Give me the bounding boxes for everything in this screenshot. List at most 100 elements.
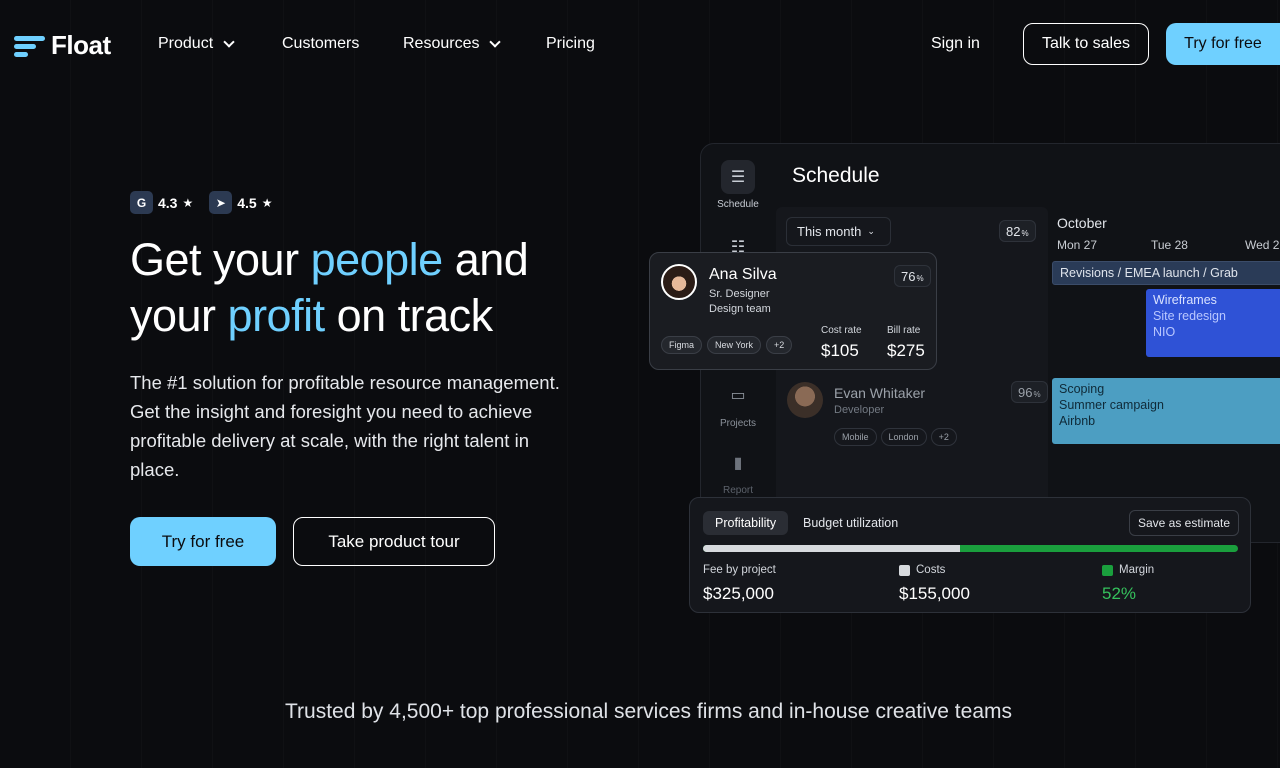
calendar-month: October bbox=[1057, 215, 1107, 231]
nav-try-free-button[interactable]: Try for free bbox=[1166, 23, 1280, 65]
schedule-bar[interactable]: Revisions / EMEA launch / Grab bbox=[1052, 261, 1280, 285]
bar-label: Site redesign bbox=[1153, 309, 1226, 323]
chevron-down-icon: ⌄ bbox=[867, 226, 875, 236]
nav-resources[interactable]: Resources bbox=[403, 35, 502, 53]
month-filter[interactable]: This month ⌄ bbox=[786, 217, 891, 246]
bar-label: Wireframes bbox=[1153, 293, 1217, 307]
headline-part: on track bbox=[324, 290, 494, 341]
capterra-rating: ➤ 4.5 ★ bbox=[209, 191, 272, 214]
headline-highlight-profit: profit bbox=[227, 290, 326, 341]
star-icon: ★ bbox=[261, 195, 273, 210]
avatar bbox=[787, 382, 823, 418]
bill-rate-label: Bill rate bbox=[887, 325, 921, 336]
person-name: Ana Silva bbox=[709, 266, 777, 283]
nav-product-label: Product bbox=[158, 35, 214, 52]
person-name: Evan Whitaker bbox=[834, 385, 926, 401]
g2-rating-value: 4.3 bbox=[158, 194, 178, 211]
calendar-day: Wed 29 bbox=[1245, 238, 1280, 252]
bar-label: Airbnb bbox=[1059, 414, 1096, 428]
team-utilization-value: 82 bbox=[1006, 223, 1021, 239]
save-estimate-button[interactable]: Save as estimate bbox=[1128, 510, 1239, 536]
fee-label-text: Fee by project bbox=[703, 564, 776, 576]
sidebar-label-projects: Projects bbox=[719, 418, 757, 429]
bar-label: NIO bbox=[1153, 325, 1176, 339]
tab-profitability[interactable]: Profitability bbox=[703, 511, 789, 535]
nav-customers-label: Customers bbox=[282, 35, 360, 52]
schedule-icon[interactable]: ☰ bbox=[721, 160, 755, 194]
nav-customers[interactable]: Customers bbox=[282, 35, 359, 53]
top-nav: Float Product Customers Resources Pricin… bbox=[0, 0, 1280, 88]
star-icon: ★ bbox=[182, 195, 194, 210]
more-chip: +2 bbox=[766, 336, 793, 354]
talk-to-sales-button[interactable]: Talk to sales bbox=[1023, 23, 1149, 65]
g2-rating: G 4.3 ★ bbox=[130, 191, 193, 214]
chevron-down-icon bbox=[489, 36, 502, 48]
schedule-bar[interactable]: Scoping Summer campaign Airbnb bbox=[1052, 378, 1280, 444]
g2-icon: G bbox=[130, 191, 153, 214]
person-utilization: 76% bbox=[894, 265, 931, 287]
costs-value: $155,000 bbox=[899, 584, 970, 603]
headline-highlight-people: people bbox=[310, 234, 444, 285]
location-chip: New York bbox=[707, 336, 762, 354]
nav-resources-label: Resources bbox=[403, 35, 480, 52]
nav-pricing-label: Pricing bbox=[546, 35, 595, 52]
headline-part: Get your bbox=[130, 234, 311, 285]
budget-card: Profitability Budget utilization Save as… bbox=[689, 497, 1251, 613]
person-role: Developer bbox=[834, 404, 885, 416]
bill-rate-value: $275 bbox=[887, 341, 925, 360]
calendar-day: Tue 28 bbox=[1151, 238, 1188, 252]
person-utilization-value: 96 bbox=[1018, 384, 1033, 400]
costs-swatch bbox=[899, 564, 910, 576]
avatar bbox=[661, 264, 697, 300]
margin-swatch bbox=[1102, 564, 1113, 576]
fee-label: Fee by project bbox=[703, 564, 776, 576]
team-utilization: 82% bbox=[999, 220, 1036, 242]
schedule-bar[interactable]: Wireframes Site redesign NIO bbox=[1146, 289, 1280, 357]
bar-label: Summer campaign bbox=[1059, 398, 1164, 412]
costs-fill bbox=[703, 545, 960, 552]
person-chips: Figma New York +2 bbox=[661, 336, 793, 354]
tab-budget-utilization[interactable]: Budget utilization bbox=[803, 511, 898, 535]
calendar-day: Mon 27 bbox=[1057, 238, 1098, 252]
nav-product[interactable]: Product bbox=[158, 35, 235, 53]
costs-label: Costs bbox=[899, 564, 945, 576]
hero-try-free-button[interactable]: Try for free bbox=[130, 517, 276, 566]
person-card[interactable]: Ana Silva Sr. Designer Design team 76% F… bbox=[649, 252, 937, 370]
ratings-row: G 4.3 ★ ➤ 4.5 ★ bbox=[130, 191, 272, 214]
hero-headline: Get your people and your profit on track bbox=[130, 232, 610, 344]
trusted-by-text: Trusted by 4,500+ top professional servi… bbox=[285, 700, 1012, 723]
person-role: Sr. Designer bbox=[709, 288, 770, 300]
person-utilization: 96% bbox=[1011, 381, 1048, 403]
mockup-title: Schedule bbox=[792, 164, 880, 187]
float-logo[interactable]: Float bbox=[14, 30, 111, 61]
folder-icon[interactable]: ▭ bbox=[721, 378, 755, 412]
cost-rate-label: Cost rate bbox=[821, 325, 862, 336]
product-tour-button[interactable]: Take product tour bbox=[293, 517, 495, 566]
brand-name: Float bbox=[51, 30, 111, 60]
hero-subtitle: The #1 solution for profitable resource … bbox=[130, 372, 560, 480]
bar-label: Scoping bbox=[1059, 382, 1105, 396]
chevron-down-icon bbox=[223, 36, 235, 48]
sidebar-label-report: Report bbox=[722, 485, 753, 496]
sidebar-label-schedule: Schedule bbox=[717, 199, 759, 210]
nav-pricing[interactable]: Pricing bbox=[546, 35, 595, 53]
cost-rate-value: $105 bbox=[821, 341, 859, 360]
capterra-icon: ➤ bbox=[209, 191, 233, 214]
month-filter-label: This month bbox=[797, 224, 862, 239]
margin-value: 52% bbox=[1102, 584, 1137, 603]
more-chip: +2 bbox=[930, 428, 957, 446]
sign-in-link[interactable]: Sign in bbox=[931, 35, 980, 53]
capterra-rating-value: 4.5 bbox=[237, 194, 257, 211]
fee-value: $325,000 bbox=[703, 584, 774, 603]
margin-label: Margin bbox=[1102, 564, 1154, 576]
costs-label-text: Costs bbox=[916, 564, 946, 576]
skill-chip: Mobile bbox=[834, 428, 877, 446]
bar-label: Revisions / EMEA launch / Grab bbox=[1060, 266, 1238, 280]
person-chips: Mobile London +2 bbox=[834, 427, 961, 446]
float-logo-icon bbox=[14, 34, 45, 58]
skill-chip: Figma bbox=[661, 336, 703, 354]
bar-chart-icon[interactable]: ▮ bbox=[721, 446, 755, 480]
margin-label-text: Margin bbox=[1119, 564, 1155, 576]
person-utilization-value: 76 bbox=[901, 268, 916, 284]
profit-progress-bar bbox=[703, 545, 1238, 552]
